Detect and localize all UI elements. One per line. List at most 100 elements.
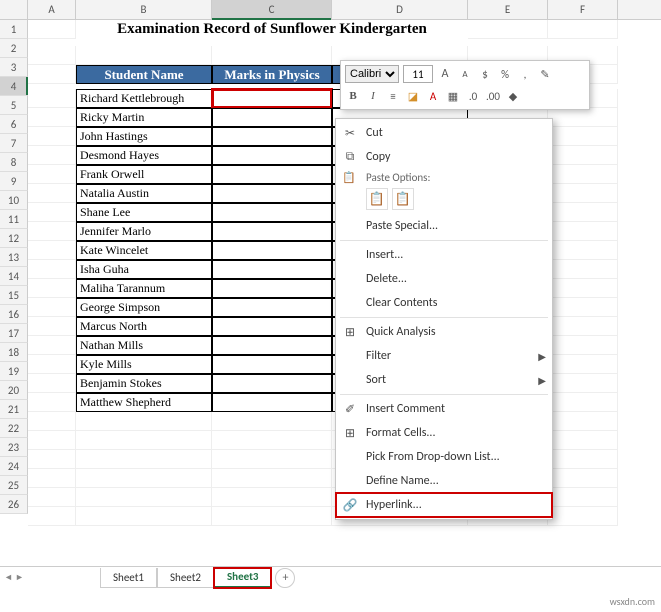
paste-values-icon[interactable]: 📋: [392, 188, 414, 210]
row-22[interactable]: 22: [0, 419, 28, 438]
cell-B6[interactable]: John Hastings: [76, 127, 212, 146]
cell-F23[interactable]: [548, 450, 618, 469]
cell-A9[interactable]: [28, 184, 76, 203]
cell-F7[interactable]: [548, 146, 618, 165]
tab-sheet1[interactable]: Sheet1: [100, 568, 157, 588]
cell-A1[interactable]: [28, 20, 76, 39]
cell-B14[interactable]: Maliha Tarannum: [76, 279, 212, 298]
cell-C18[interactable]: [212, 355, 332, 374]
cell-A10[interactable]: [28, 203, 76, 222]
increase-decimal-icon[interactable]: .00: [485, 88, 501, 104]
select-all-corner[interactable]: [0, 0, 28, 19]
cell-B2[interactable]: [76, 46, 212, 65]
cell-A23[interactable]: [28, 450, 76, 469]
cell-F24[interactable]: [548, 469, 618, 488]
cell-A15[interactable]: [28, 298, 76, 317]
cell-B16[interactable]: Marcus North: [76, 317, 212, 336]
cell-A16[interactable]: [28, 317, 76, 336]
cell-B26[interactable]: [76, 507, 212, 526]
clear-format-icon[interactable]: ◆: [505, 88, 521, 104]
decrease-decimal-icon[interactable]: .0: [465, 88, 481, 104]
row-18[interactable]: 18: [0, 343, 28, 362]
currency-icon[interactable]: $: [477, 66, 493, 82]
font-color-icon[interactable]: A: [425, 88, 441, 104]
fill-color-icon[interactable]: ◪: [405, 88, 421, 104]
cell-A14[interactable]: [28, 279, 76, 298]
menu-quick-analysis[interactable]: ⊞Quick Analysis: [336, 320, 552, 344]
cell-C20[interactable]: [212, 393, 332, 412]
col-E[interactable]: E: [468, 0, 548, 19]
cell-B4[interactable]: Richard Kettlebrough: [76, 89, 212, 108]
menu-insert[interactable]: Insert...: [336, 243, 552, 267]
menu-hyperlink[interactable]: 🔗Hyperlink...: [336, 493, 552, 517]
cell-A12[interactable]: [28, 241, 76, 260]
col-B[interactable]: B: [76, 0, 212, 19]
cell-B8[interactable]: Frank Orwell: [76, 165, 212, 184]
cell-F6[interactable]: [548, 127, 618, 146]
cell-C23[interactable]: [212, 450, 332, 469]
row-14[interactable]: 14: [0, 267, 28, 286]
cell-B13[interactable]: Isha Guha: [76, 260, 212, 279]
cell-A13[interactable]: [28, 260, 76, 279]
cell-A4[interactable]: [28, 89, 76, 108]
cell-F19[interactable]: [548, 374, 618, 393]
cell-B24[interactable]: [76, 469, 212, 488]
cell-B23[interactable]: [76, 450, 212, 469]
cell-B11[interactable]: Jennifer Marlo: [76, 222, 212, 241]
cell-F20[interactable]: [548, 393, 618, 412]
cell-F9[interactable]: [548, 184, 618, 203]
format-painter-icon[interactable]: ✎: [537, 66, 553, 82]
menu-clear[interactable]: Clear Contents: [336, 291, 552, 315]
cell-B22[interactable]: [76, 431, 212, 450]
menu-cut[interactable]: ✂Cut: [336, 121, 552, 145]
menu-filter[interactable]: Filter▶: [336, 344, 552, 368]
menu-pick-dropdown[interactable]: Pick From Drop-down List...: [336, 445, 552, 469]
row-5[interactable]: 5: [0, 96, 28, 115]
row-3[interactable]: 3: [0, 58, 28, 77]
row-11[interactable]: 11: [0, 210, 28, 229]
cell-B3[interactable]: Student Name: [76, 65, 212, 84]
font-select[interactable]: Calibri: [345, 65, 399, 83]
row-6[interactable]: 6: [0, 115, 28, 134]
row-12[interactable]: 12: [0, 229, 28, 248]
comma-icon[interactable]: ,: [517, 66, 533, 82]
menu-paste-special[interactable]: Paste Special...: [336, 214, 552, 238]
cell-A8[interactable]: [28, 165, 76, 184]
cell-A22[interactable]: [28, 431, 76, 450]
cell-C17[interactable]: [212, 336, 332, 355]
cell-A21[interactable]: [28, 412, 76, 431]
tab-sheet2[interactable]: Sheet2: [157, 568, 214, 588]
cell-F10[interactable]: [548, 203, 618, 222]
cell-C11[interactable]: [212, 222, 332, 241]
row-13[interactable]: 13: [0, 248, 28, 267]
cell-C14[interactable]: [212, 279, 332, 298]
menu-define-name[interactable]: Define Name...: [336, 469, 552, 493]
cell-B25[interactable]: [76, 488, 212, 507]
cell-C2[interactable]: [212, 46, 332, 65]
menu-copy[interactable]: ⧉Copy: [336, 145, 552, 169]
font-size-box[interactable]: 11: [403, 65, 433, 83]
bold-button[interactable]: B: [345, 88, 361, 104]
cell-F18[interactable]: [548, 355, 618, 374]
cell-B21[interactable]: [76, 412, 212, 431]
cell-A25[interactable]: [28, 488, 76, 507]
cell-A18[interactable]: [28, 355, 76, 374]
cell-A24[interactable]: [28, 469, 76, 488]
cell-B10[interactable]: Shane Lee: [76, 203, 212, 222]
row-15[interactable]: 15: [0, 286, 28, 305]
cell-A26[interactable]: [28, 507, 76, 526]
row-10[interactable]: 10: [0, 191, 28, 210]
cell-F11[interactable]: [548, 222, 618, 241]
cell-C15[interactable]: [212, 298, 332, 317]
cell-A2[interactable]: [28, 46, 76, 65]
row-9[interactable]: 9: [0, 172, 28, 191]
cell-F15[interactable]: [548, 298, 618, 317]
row-7[interactable]: 7: [0, 134, 28, 153]
cell-B1[interactable]: Examination Record of Sunflower Kinderga…: [76, 20, 468, 39]
cell-B9[interactable]: Natalia Austin: [76, 184, 212, 203]
row-8[interactable]: 8: [0, 153, 28, 172]
menu-sort[interactable]: Sort▶: [336, 368, 552, 392]
tab-nav-arrows[interactable]: ◄ ►: [4, 572, 24, 583]
cell-C16[interactable]: [212, 317, 332, 336]
cell-F13[interactable]: [548, 260, 618, 279]
